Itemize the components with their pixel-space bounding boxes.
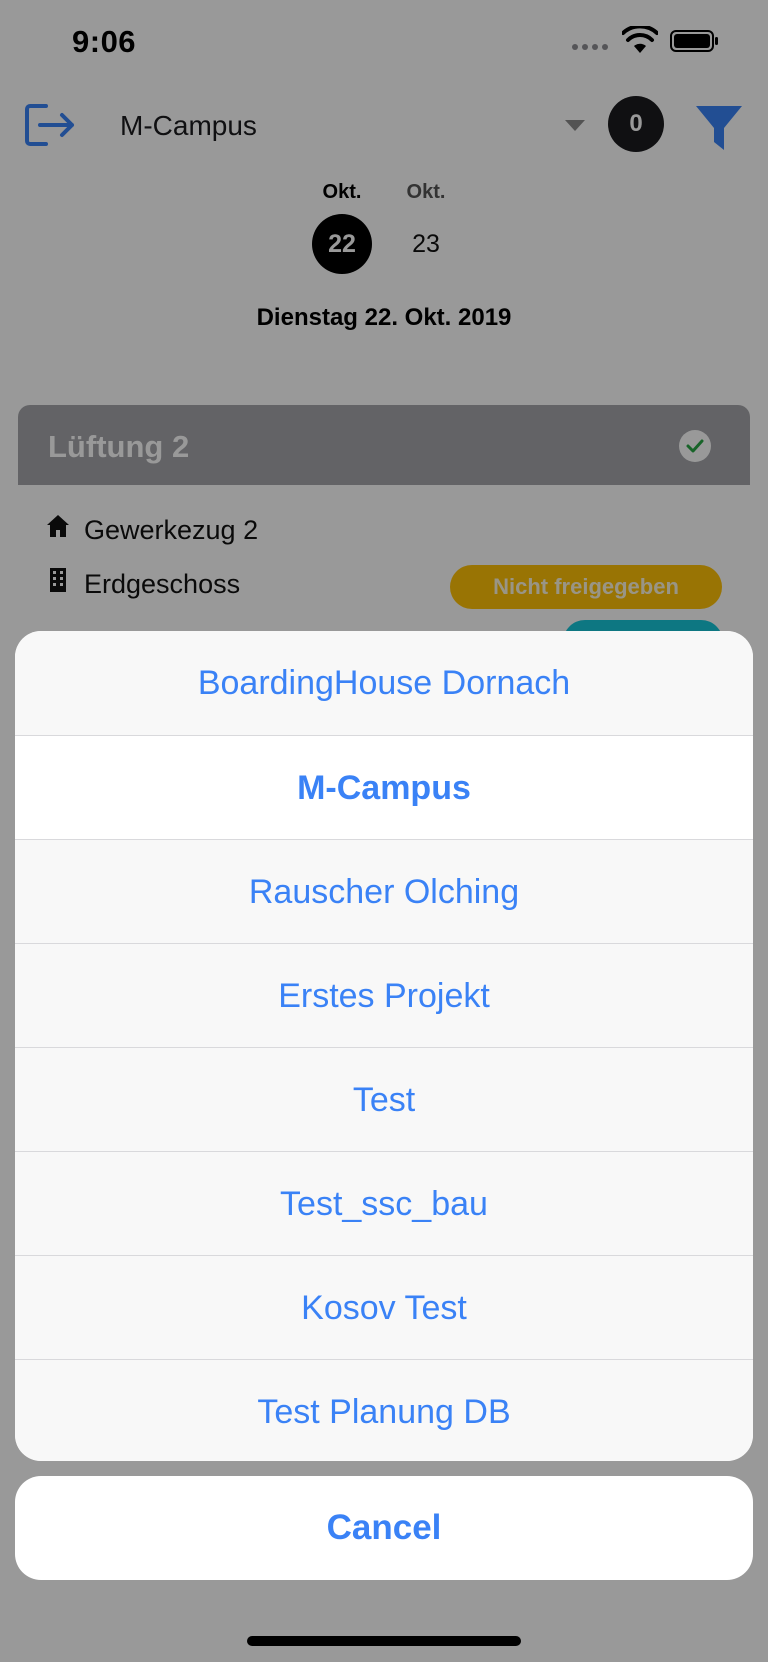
project-action-sheet: BoardingHouse Dornach M-Campus Rauscher … [15, 631, 753, 1461]
action-sheet-option[interactable]: Erstes Projekt [15, 943, 753, 1047]
action-sheet-option[interactable]: Kosov Test [15, 1255, 753, 1359]
action-sheet-option[interactable]: Test [15, 1047, 753, 1151]
action-sheet-option[interactable]: Rauscher Olching [15, 839, 753, 943]
action-sheet-option-selected[interactable]: M-Campus [15, 735, 753, 839]
home-indicator[interactable] [247, 1636, 521, 1646]
action-sheet-option[interactable]: Test Planung DB [15, 1359, 753, 1461]
action-sheet-option[interactable]: Test_ssc_bau [15, 1151, 753, 1255]
action-sheet-option[interactable]: BoardingHouse Dornach [15, 631, 753, 735]
cancel-button[interactable]: Cancel [15, 1476, 753, 1580]
